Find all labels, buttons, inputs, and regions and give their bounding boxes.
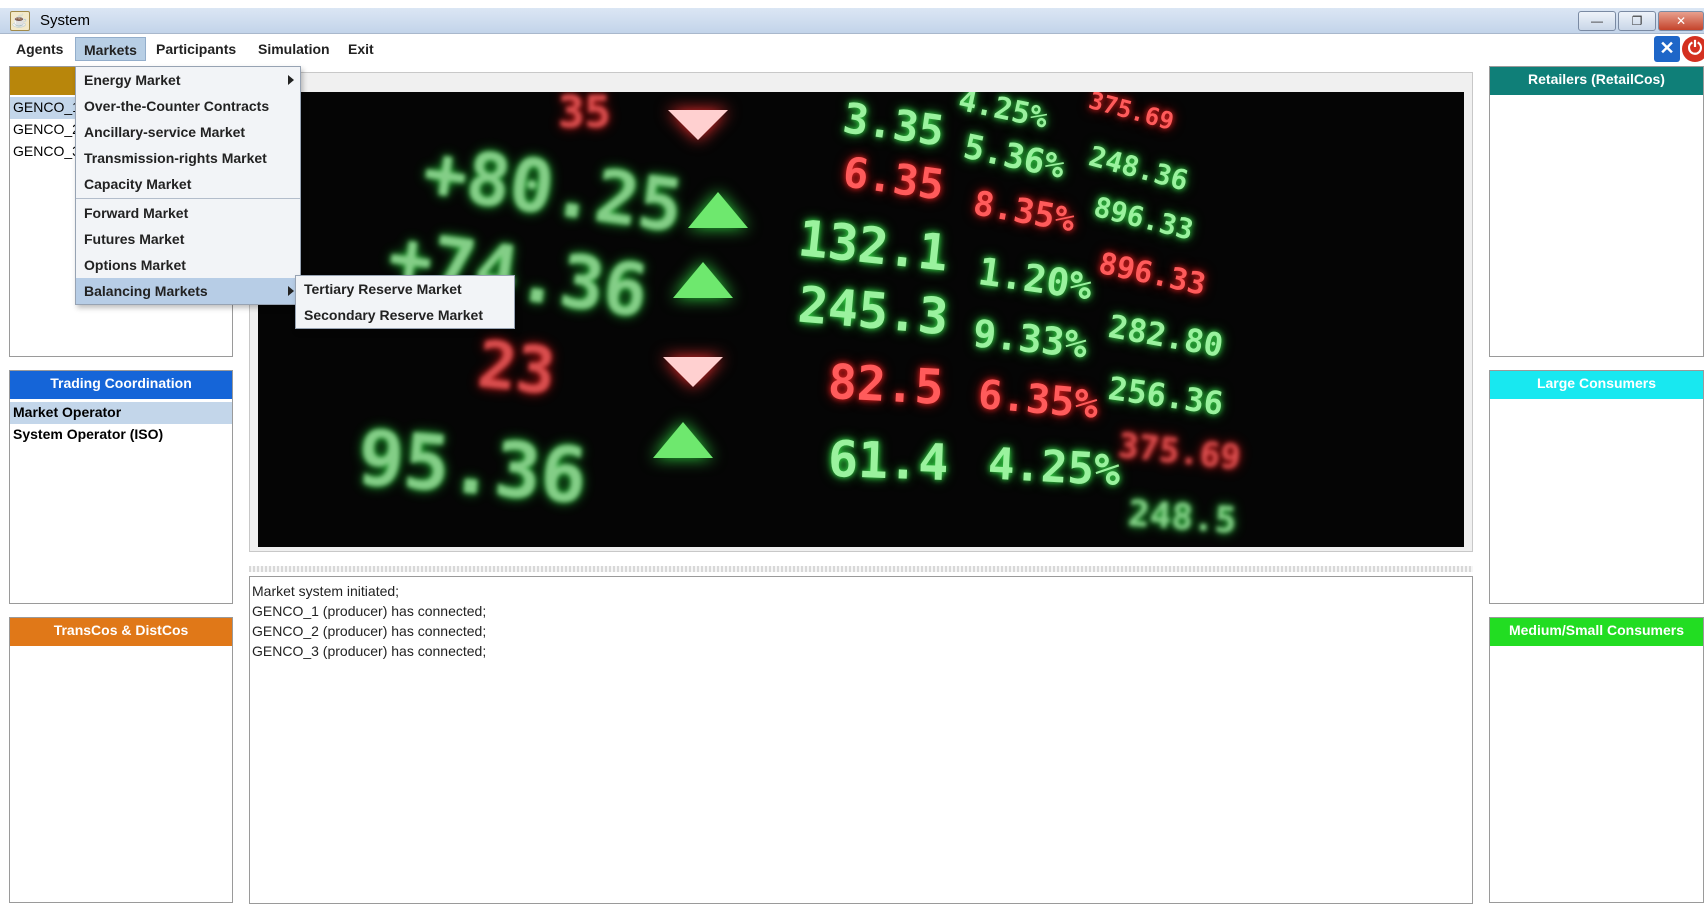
trading-list: Market Operator System Operator (ISO) — [10, 402, 232, 446]
menu-item-label: Balancing Markets — [84, 283, 208, 299]
ticker-value: 5.36% — [959, 126, 1069, 188]
ticker-value: 132.1 — [795, 209, 952, 283]
log-line: GENCO_3 (producer) has connected; — [252, 643, 487, 659]
ticker-value: 35 — [558, 92, 611, 138]
ticker-value: 4.25% — [986, 438, 1122, 497]
list-item-system-operator[interactable]: System Operator (ISO) — [10, 424, 232, 446]
ticker-value: 248.5 — [1126, 493, 1238, 542]
ticker-value: 95.36 — [354, 412, 591, 521]
ticker-value: 9.33% — [971, 311, 1090, 367]
up-arrow-icon — [673, 262, 733, 298]
trading-panel: Trading Coordination Market Operator Sys… — [9, 370, 233, 604]
menu-bar: Agents Markets Participants Simulation E… — [0, 34, 1704, 62]
splitter-handle[interactable] — [249, 566, 1473, 572]
ticker-value: 82.5 — [826, 354, 945, 416]
ticker-value: 61.4 — [827, 429, 950, 493]
down-arrow-icon — [668, 110, 728, 140]
ticker-value: 896.33 — [1090, 190, 1197, 247]
down-arrow-icon — [663, 357, 723, 387]
menu-simulation[interactable]: Simulation — [250, 37, 338, 61]
ticker-value: 245.3 — [795, 275, 951, 347]
ticker-value: 896.33 — [1095, 246, 1209, 303]
markets-dropdown: Energy Market Over-the-Counter Contracts… — [75, 66, 301, 305]
ticker-value: 256.36 — [1105, 369, 1226, 423]
menu-item-futures-market[interactable]: Futures Market — [76, 226, 300, 252]
restore-button[interactable]: ❐ — [1618, 11, 1656, 31]
tools-icon[interactable]: ✕ — [1654, 36, 1680, 62]
minimize-button[interactable]: — — [1578, 11, 1616, 31]
menu-item-secondary-reserve-market[interactable]: Secondary Reserve Market — [296, 302, 514, 328]
menu-item-tertiary-reserve-market[interactable]: Tertiary Reserve Market — [296, 276, 514, 302]
menu-item-energy-market[interactable]: Energy Market — [76, 67, 300, 93]
menu-item-label: Energy Market — [84, 72, 181, 88]
menu-item-ancillary-service-market[interactable]: Ancillary-service Market — [76, 119, 300, 145]
menu-separator — [76, 198, 300, 199]
menu-item-balancing-markets[interactable]: Balancing Markets — [76, 278, 300, 304]
ticker-value: 6.35% — [976, 371, 1101, 429]
medium-consumers-header: Medium/Small Consumers — [1490, 618, 1703, 646]
menu-item-transmission-rights-market[interactable]: Transmission-rights Market — [76, 145, 300, 171]
log-line: Market system initiated; — [252, 583, 400, 599]
trading-header: Trading Coordination — [10, 371, 232, 399]
large-consumers-panel: Large Consumers — [1489, 370, 1704, 604]
ticker-value: 6.35 — [840, 147, 948, 210]
java-app-icon: ☕ — [10, 11, 30, 31]
retailers-header: Retailers (RetailCos) — [1490, 67, 1703, 95]
title-bar: ☕ System — ❐ ✕ — [0, 8, 1704, 34]
ticker-value: 8.35% — [970, 183, 1079, 241]
menu-item-otc-contracts[interactable]: Over-the-Counter Contracts — [76, 93, 300, 119]
menu-markets[interactable]: Markets — [75, 37, 146, 61]
menu-exit[interactable]: Exit — [340, 37, 382, 61]
balancing-submenu: Tertiary Reserve Market Secondary Reserv… — [295, 275, 515, 329]
ticker-value: 282.80 — [1105, 307, 1227, 365]
log-area[interactable]: Market system initiated; GENCO_1 (produc… — [249, 576, 1473, 904]
ticker-value: 248.36 — [1085, 139, 1192, 198]
menu-item-capacity-market[interactable]: Capacity Market — [76, 171, 300, 197]
power-icon[interactable]: ⏻ — [1682, 36, 1704, 62]
submenu-arrow-icon — [288, 75, 294, 85]
ticker-value: 23 — [474, 328, 559, 410]
ticker-value: 375.69 — [1085, 92, 1177, 136]
log-line: GENCO_1 (producer) has connected; — [252, 603, 487, 619]
submenu-arrow-icon — [288, 286, 294, 296]
window-controls: — ❐ ✕ — [1578, 11, 1704, 31]
close-button[interactable]: ✕ — [1658, 11, 1704, 31]
menu-agents[interactable]: Agents — [8, 37, 71, 61]
window-title: System — [40, 12, 91, 29]
log-line: GENCO_2 (producer) has connected; — [252, 623, 487, 639]
ticker-value: 375.69 — [1116, 425, 1243, 479]
medium-consumers-panel: Medium/Small Consumers — [1489, 617, 1704, 903]
up-arrow-icon — [688, 192, 748, 228]
large-consumers-header: Large Consumers — [1490, 371, 1703, 399]
up-arrow-icon — [653, 422, 713, 458]
ticker-value: 3.35 — [840, 93, 948, 156]
transcos-header: TransCos & DistCos — [10, 618, 232, 646]
menu-participants[interactable]: Participants — [148, 37, 244, 61]
menu-item-forward-market[interactable]: Forward Market — [76, 200, 300, 226]
ticker-value: 1.20% — [975, 249, 1095, 309]
retailers-panel: Retailers (RetailCos) — [1489, 66, 1704, 357]
menu-item-options-market[interactable]: Options Market — [76, 252, 300, 278]
transcos-panel: TransCos & DistCos — [9, 617, 233, 903]
list-item-market-operator[interactable]: Market Operator — [10, 402, 232, 424]
